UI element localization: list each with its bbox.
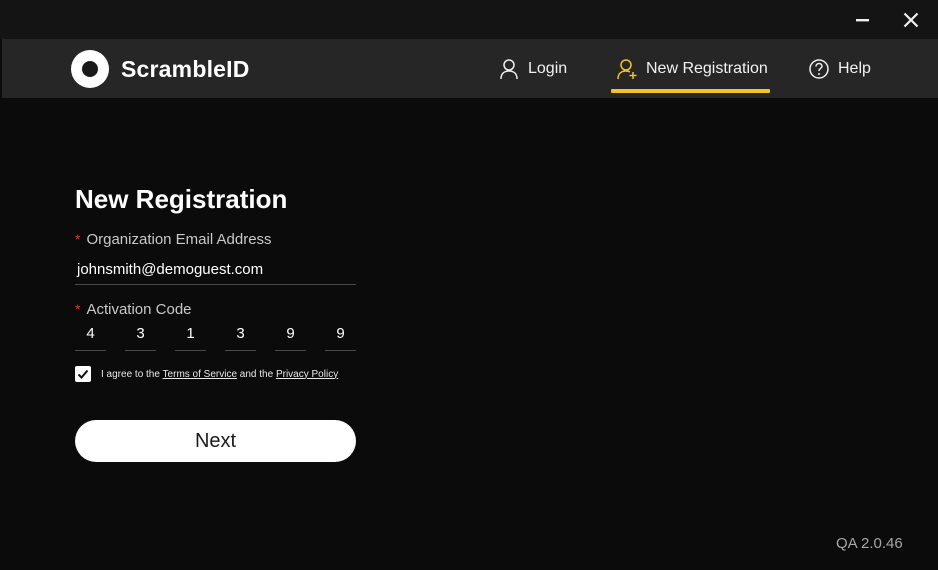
email-field[interactable]: johnsmith@demoguest.com [75, 259, 356, 285]
minimize-icon [856, 19, 869, 22]
agree-checkbox[interactable] [75, 366, 91, 382]
nav-login-label: Login [528, 59, 568, 77]
activation-code-label: * Activation Code [75, 301, 192, 318]
minimize-button[interactable] [850, 7, 876, 33]
code-digit-input[interactable]: 9 [325, 324, 356, 351]
code-digit-input[interactable]: 3 [125, 324, 156, 351]
terms-agreement: I agree to the Terms of Service and the … [75, 365, 338, 383]
active-tab-indicator [611, 89, 770, 93]
activation-code-label-text: Activation Code [86, 301, 192, 318]
close-icon [903, 12, 919, 28]
close-button[interactable] [898, 7, 924, 33]
app-name: ScrambleID [121, 55, 250, 82]
code-digit-input[interactable]: 3 [225, 324, 256, 351]
email-label-text: Organization Email Address [86, 231, 272, 248]
code-digit-input[interactable]: 4 [75, 324, 106, 351]
code-digit-input[interactable]: 9 [275, 324, 306, 351]
page-title: New Registration [75, 184, 288, 214]
title-bar [0, 0, 938, 39]
logo-mark-icon [71, 50, 109, 88]
version-label: QA 2.0.46 [836, 535, 903, 552]
required-marker: * [75, 301, 81, 317]
code-digit-input[interactable]: 1 [175, 324, 206, 351]
privacy-policy-link[interactable]: Privacy Policy [276, 369, 338, 380]
agree-prefix: I agree to the [101, 368, 160, 380]
user-icon [498, 58, 520, 80]
agree-middle: and the [239, 368, 274, 380]
activation-code-inputs: 4 3 1 3 9 9 [75, 324, 356, 351]
required-marker: * [75, 231, 81, 247]
checkmark-icon [77, 369, 89, 379]
nav-help[interactable]: Help [808, 39, 871, 98]
nav-login[interactable]: Login [498, 39, 567, 98]
next-button[interactable]: Next [75, 420, 356, 462]
nav-new-registration-label: New Registration [646, 59, 768, 77]
app-header: ScrambleID Login New Registration Help [2, 39, 938, 98]
agree-text: I agree to the Terms of Service and the … [101, 369, 338, 380]
terms-of-service-link[interactable]: Terms of Service [163, 369, 237, 380]
app-logo: ScrambleID [71, 50, 250, 88]
user-add-icon [616, 58, 638, 80]
nav-help-label: Help [838, 59, 871, 77]
email-label: * Organization Email Address [75, 231, 272, 248]
help-icon [808, 58, 830, 80]
